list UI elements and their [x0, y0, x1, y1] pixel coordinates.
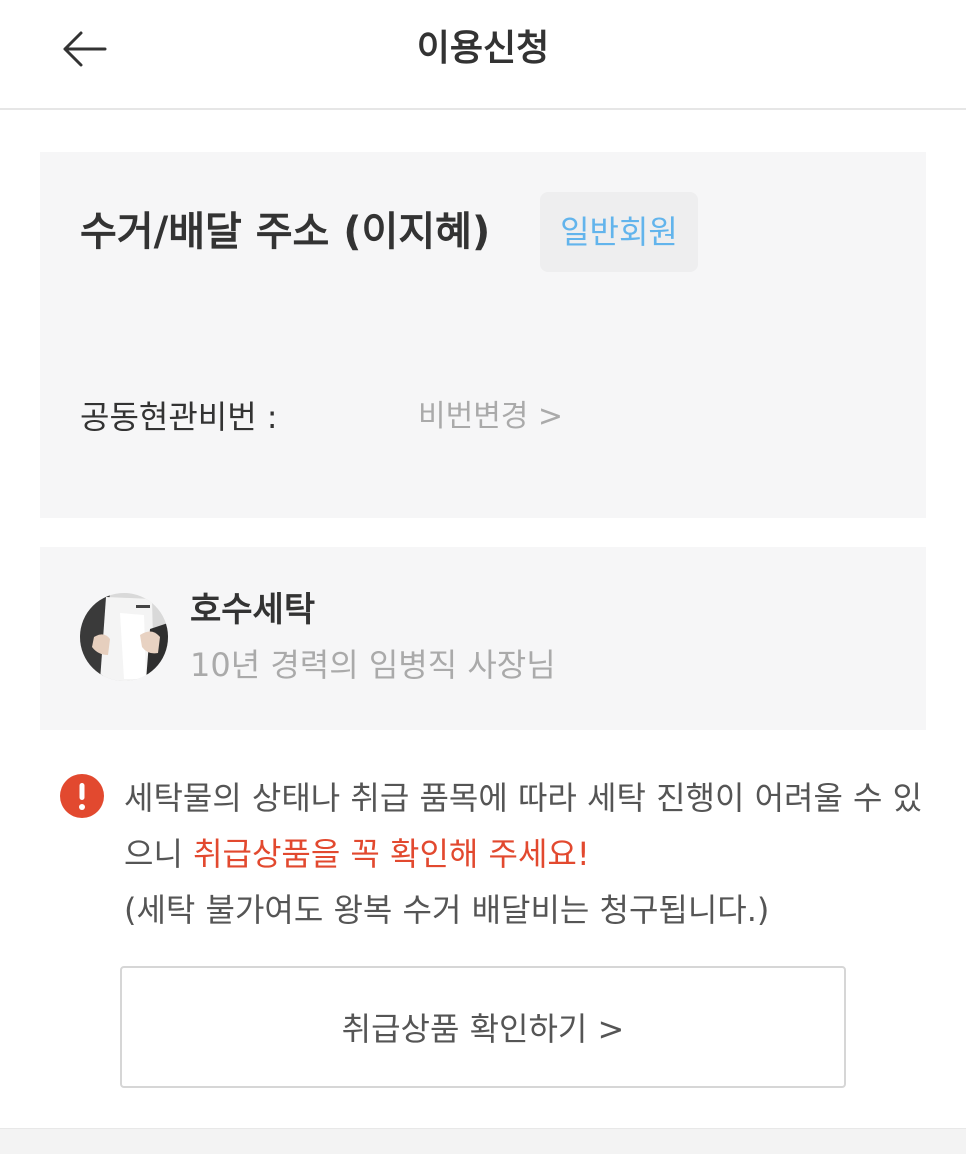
member-grade-badge: 일반회원: [540, 192, 698, 272]
address-title: 수거/배달 주소 (이지혜): [80, 209, 491, 255]
shop-name: 호수세탁: [190, 590, 316, 630]
door-code-change-link[interactable]: 비번변경 >: [418, 395, 563, 439]
shop-avatar: [80, 593, 168, 681]
page-title: 이용신청: [416, 28, 550, 69]
address-card: 수거/배달 주소 (이지혜) 일반회원 공동현관비번 : 비번변경 >: [40, 152, 926, 518]
bottom-divider: [0, 1128, 966, 1154]
shop-card[interactable]: 호수세탁 10년 경력의 임병직 사장님: [40, 547, 926, 730]
notice-warning-text: 취급상품을 꼭 확인해 주세요!: [193, 835, 590, 873]
check-products-button[interactable]: 취급상품 확인하기 >: [120, 966, 846, 1088]
notice-text: 세탁물의 상태나 취급 품목에 따라 세탁 진행이 어려울 수 있으니 취급상품…: [124, 770, 924, 938]
notice-text-sub: (세탁 불가여도 왕복 수거 배달비는 청구됩니다.): [124, 891, 770, 929]
exclamation-icon: [60, 774, 104, 818]
shop-description: 10년 경력의 임병직 사장님: [190, 646, 556, 684]
door-code-label: 공동현관비번 :: [80, 398, 278, 436]
app-header: 이용신청: [0, 0, 966, 110]
